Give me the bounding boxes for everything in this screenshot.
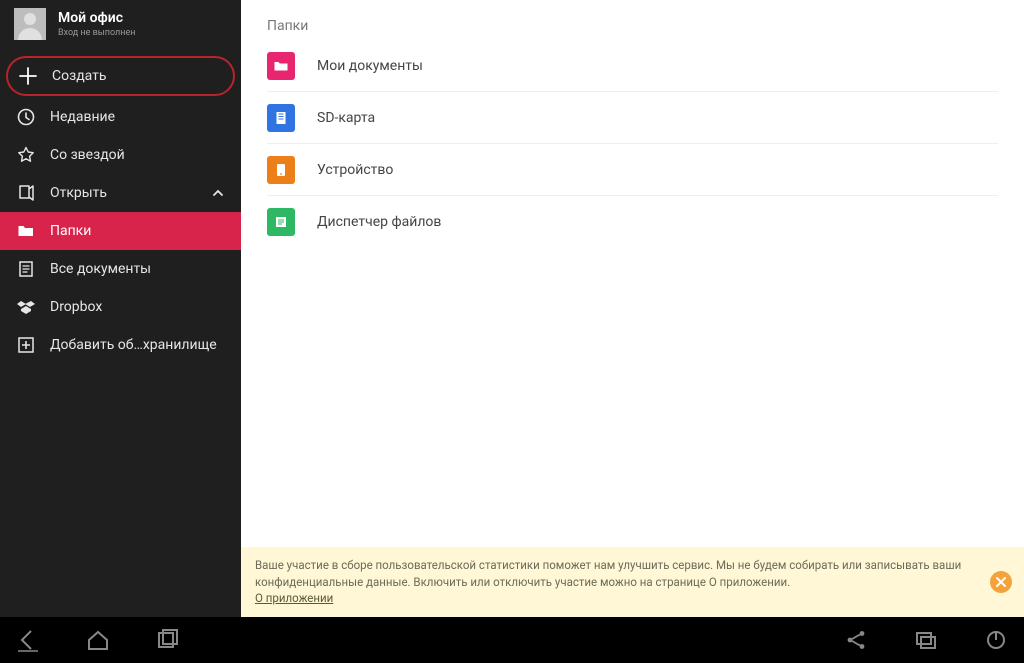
sidebar-item-label: Добавить об…хранилище bbox=[50, 337, 217, 353]
sidebar-item-all-docs[interactable]: Все документы bbox=[0, 250, 241, 288]
content-header: Папки bbox=[241, 0, 1024, 40]
folder-list: Мои документы SD-карта Устройство Диспет… bbox=[241, 40, 1024, 248]
home-icon[interactable] bbox=[80, 622, 116, 658]
user-status: Вход не выполнен bbox=[58, 28, 135, 38]
dropbox-icon bbox=[16, 297, 36, 317]
folder-colored-icon bbox=[267, 52, 295, 80]
sidebar-item-create[interactable]: Создать bbox=[6, 56, 235, 96]
sidebar-item-label: Открыть bbox=[50, 185, 107, 201]
sidebar: Мой офис Вход не выполнен Создать Недавн… bbox=[0, 0, 241, 617]
power-icon[interactable] bbox=[978, 622, 1014, 658]
screenshot-icon[interactable] bbox=[908, 622, 944, 658]
add-box-icon bbox=[16, 335, 36, 355]
close-icon[interactable] bbox=[990, 571, 1012, 593]
sd-card-icon bbox=[267, 104, 295, 132]
folder-item-device[interactable]: Устройство bbox=[267, 144, 998, 196]
stats-banner: Ваше участие в сборе пользовательской ст… bbox=[241, 547, 1024, 617]
document-icon bbox=[16, 259, 36, 279]
sidebar-item-open[interactable]: Открыть bbox=[0, 174, 241, 212]
device-icon bbox=[267, 156, 295, 184]
sidebar-item-dropbox[interactable]: Dropbox bbox=[0, 288, 241, 326]
sidebar-item-add-storage[interactable]: Добавить об…хранилище bbox=[0, 326, 241, 364]
sidebar-menu: Создать Недавние Со звездой Открыть bbox=[0, 54, 241, 364]
sidebar-item-recent[interactable]: Недавние bbox=[0, 98, 241, 136]
folder-item-sd-card[interactable]: SD-карта bbox=[267, 92, 998, 144]
content: Папки Мои документы SD-карта Устройство bbox=[241, 0, 1024, 617]
sidebar-item-label: Создать bbox=[52, 68, 107, 84]
chevron-up-icon bbox=[211, 186, 225, 200]
folder-label: Мои документы bbox=[317, 58, 423, 74]
user-block[interactable]: Мой офис Вход не выполнен bbox=[0, 0, 241, 48]
avatar-icon bbox=[14, 8, 46, 40]
banner-text: Ваше участие в сборе пользовательской ст… bbox=[255, 558, 961, 589]
folder-item-my-docs[interactable]: Мои документы bbox=[267, 40, 998, 92]
star-icon bbox=[16, 145, 36, 165]
folder-label: SD-карта bbox=[317, 110, 375, 126]
folder-item-file-manager[interactable]: Диспетчер файлов bbox=[267, 196, 998, 248]
sidebar-item-label: Dropbox bbox=[50, 299, 102, 315]
folder-icon bbox=[16, 221, 36, 241]
plus-icon bbox=[18, 66, 38, 86]
sidebar-item-starred[interactable]: Со звездой bbox=[0, 136, 241, 174]
user-name: Мой офис bbox=[58, 10, 135, 26]
sidebar-item-label: Папки bbox=[50, 223, 91, 239]
recent-apps-icon[interactable] bbox=[150, 622, 186, 658]
sidebar-item-label: Недавние bbox=[50, 109, 115, 125]
sidebar-item-label: Со звездой bbox=[50, 147, 125, 163]
clock-icon bbox=[16, 107, 36, 127]
banner-link[interactable]: О приложении bbox=[255, 591, 333, 605]
share-icon[interactable] bbox=[838, 622, 874, 658]
sidebar-item-folders[interactable]: Папки bbox=[0, 212, 241, 250]
folder-label: Диспетчер файлов bbox=[317, 214, 441, 230]
back-icon[interactable] bbox=[10, 622, 46, 658]
file-manager-icon bbox=[267, 208, 295, 236]
open-icon bbox=[16, 183, 36, 203]
folder-label: Устройство bbox=[317, 162, 393, 178]
android-navbar bbox=[0, 617, 1024, 663]
sidebar-item-label: Все документы bbox=[50, 261, 151, 277]
